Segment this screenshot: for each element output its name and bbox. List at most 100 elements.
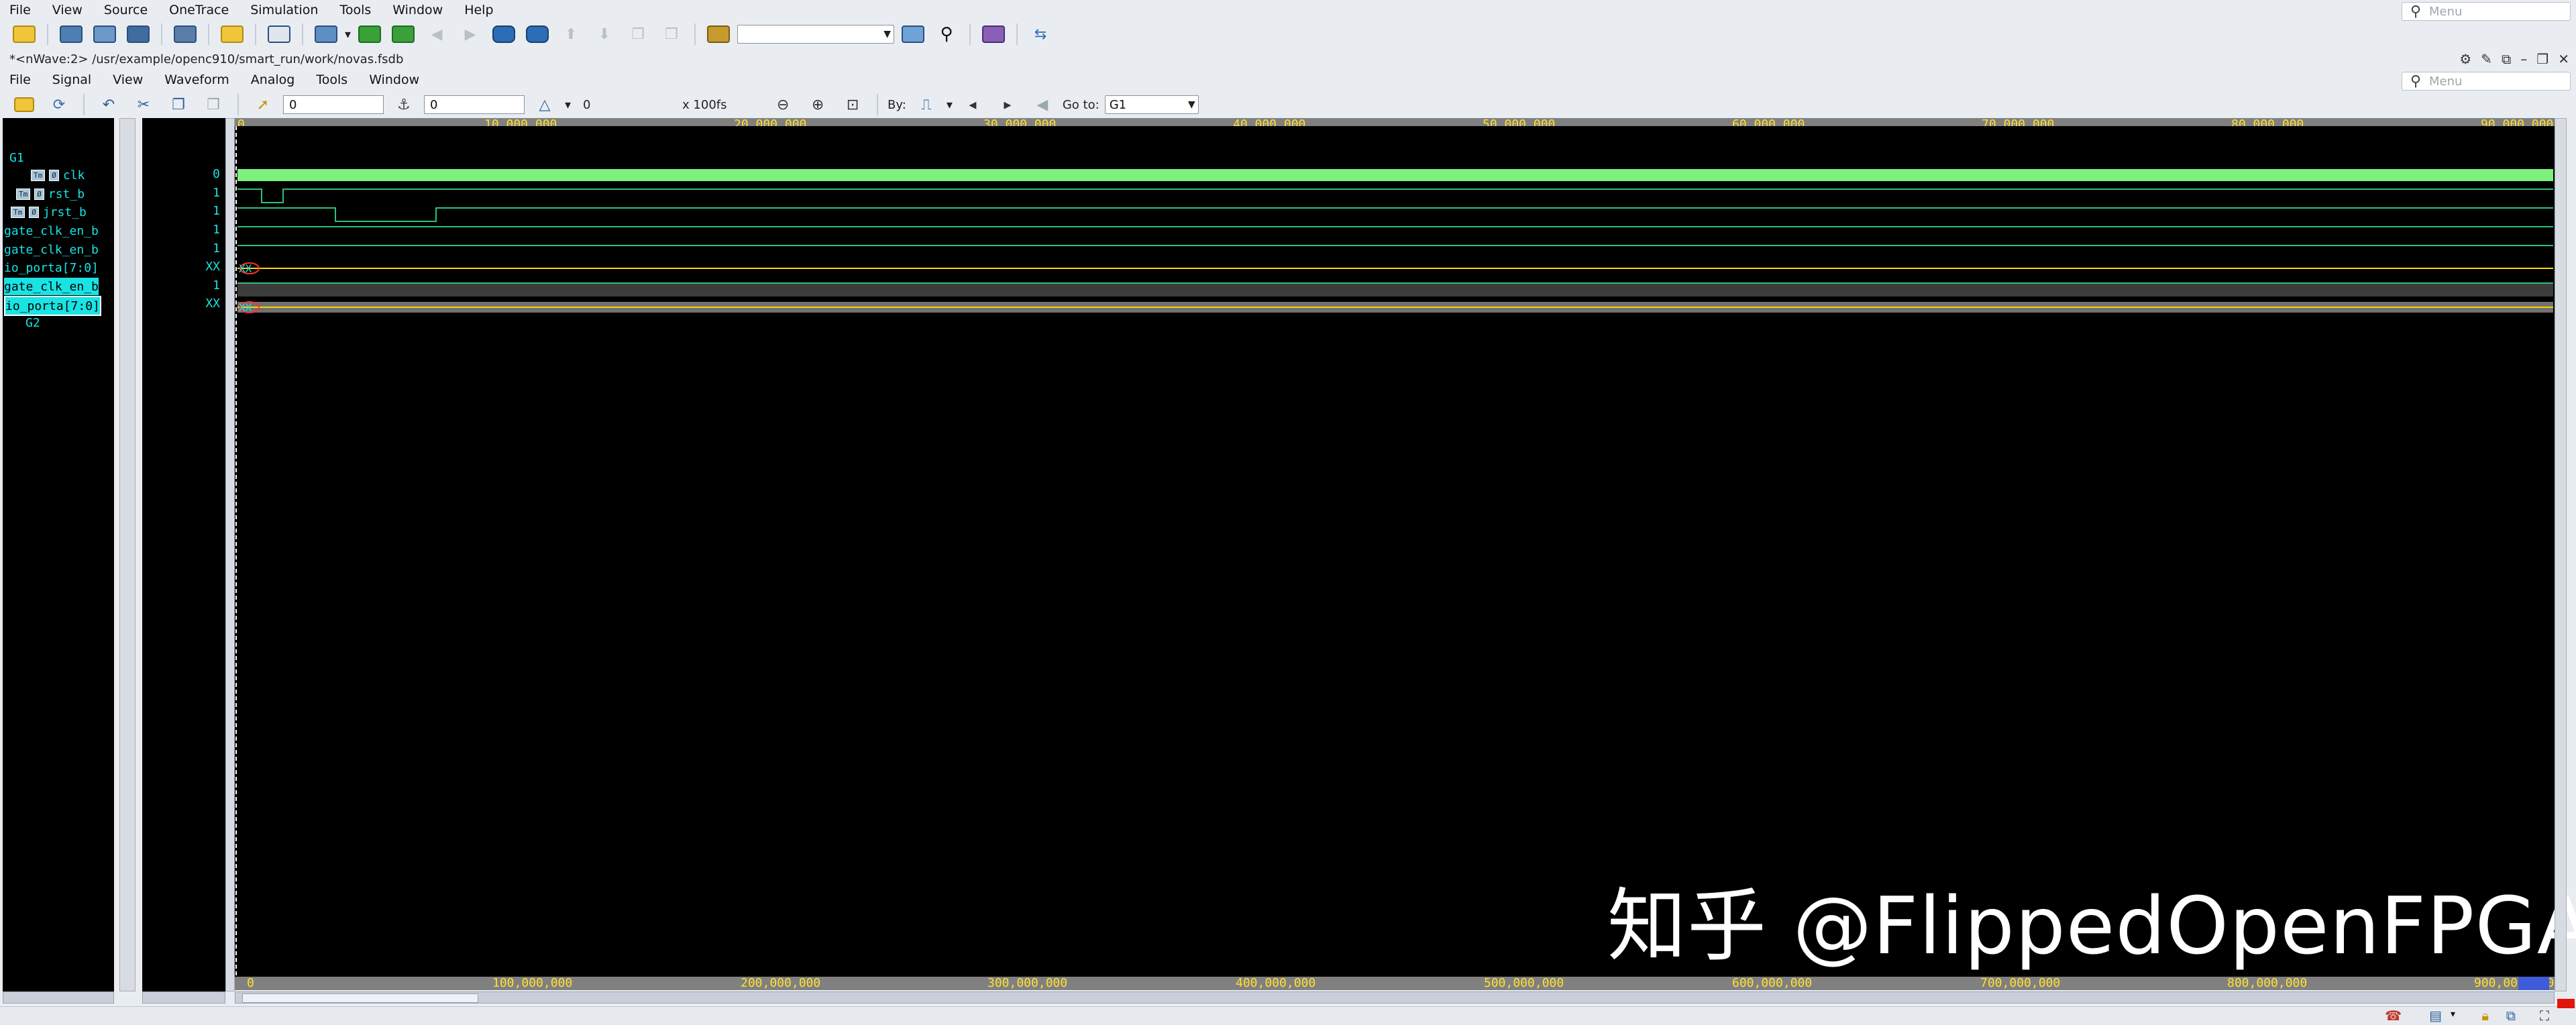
name-panel-scrollbar[interactable] <box>119 118 136 991</box>
name-panel-hscrollbar[interactable] <box>3 991 114 1004</box>
copy-icon[interactable]: ❐ <box>164 93 193 117</box>
forward-arrow-icon[interactable]: ▶ <box>455 22 485 46</box>
ruler-label: 600,000,000 <box>1732 976 1813 990</box>
signal-row[interactable]: gate_clk_en_b <box>4 241 99 258</box>
wave-menu-analog[interactable]: Analog <box>240 72 306 87</box>
value-panel-scrollbar[interactable] <box>225 118 235 991</box>
delta-icon[interactable]: △ <box>530 93 559 117</box>
chevron-down-icon[interactable]: ▾ <box>565 98 571 112</box>
signal-value: 1 <box>213 278 220 292</box>
wave-menu-tools[interactable]: Tools <box>305 72 358 87</box>
value-panel-hscrollbar[interactable] <box>142 991 225 1004</box>
network-icon[interactable]: ⧉ <box>2506 1008 2516 1024</box>
wave-menu-search-field[interactable]: ⚲ Menu <box>2402 72 2571 91</box>
trace-up-icon[interactable] <box>388 22 418 46</box>
next-edge-icon[interactable]: ▸ <box>993 93 1022 117</box>
reload-icon[interactable]: ⟳ <box>44 93 74 117</box>
menu-tools[interactable]: Tools <box>329 3 382 17</box>
waveform-canvas[interactable]: XX XX 知乎 @FlippedOpenFPGA <box>235 126 2576 978</box>
source-browser-icon[interactable] <box>90 22 119 46</box>
close-icon[interactable]: ✕ <box>2558 51 2569 67</box>
marker-icon[interactable]: ⚓ <box>389 93 419 117</box>
group-row[interactable]: G2 <box>25 314 40 331</box>
menu-window[interactable]: Window <box>382 3 453 17</box>
find-icon[interactable] <box>898 22 928 46</box>
fullscreen-icon[interactable]: ⛶ <box>2540 1008 2549 1024</box>
driver-d-icon[interactable] <box>489 22 519 46</box>
up-icon[interactable]: ⬆ <box>556 22 586 46</box>
cursor-time-field[interactable]: 0 <box>283 95 384 114</box>
chevron-down-icon[interactable]: ▾ <box>345 28 351 42</box>
signal-row-selected[interactable]: io_porta[7:0] <box>4 296 101 316</box>
prev-edge-icon[interactable]: ◂ <box>958 93 987 117</box>
overview-viewport[interactable] <box>2518 977 2549 990</box>
cursor-icon[interactable]: ➚ <box>248 93 278 117</box>
load-l-icon[interactable] <box>523 22 552 46</box>
new-waveform-icon[interactable] <box>170 22 200 46</box>
chevron-down-icon[interactable]: ▾ <box>2451 1009 2455 1020</box>
trace-driver-icon[interactable] <box>311 22 341 46</box>
restore-icon[interactable]: ❐ <box>2536 51 2548 67</box>
toolbar-separator <box>83 94 85 115</box>
wave-menu-view[interactable]: View <box>102 72 154 87</box>
search-back-icon[interactable]: ◀ <box>1028 93 1057 117</box>
scroll-thumb[interactable] <box>242 993 478 1003</box>
undock-icon[interactable]: ⧉ <box>2502 51 2511 67</box>
menu-simulation[interactable]: Simulation <box>239 3 329 17</box>
open-folder-icon[interactable] <box>9 22 39 46</box>
signal-row[interactable]: gate_clk_en_b <box>4 222 99 239</box>
menu-help[interactable]: Help <box>453 3 504 17</box>
menu-source[interactable]: Source <box>93 3 158 17</box>
open-file-icon[interactable] <box>217 22 247 46</box>
signal-row[interactable]: Tm Ø clk <box>31 166 85 184</box>
waveform-svg: XX XX <box>235 126 2553 978</box>
pin-icon[interactable]: ✎ <box>2481 51 2492 67</box>
wave-menu-window[interactable]: Window <box>358 72 430 87</box>
phone-icon[interactable]: ☎ <box>2385 1008 2402 1024</box>
chevron-down-icon[interactable]: ▾ <box>947 98 953 112</box>
back-arrow-icon[interactable]: ◀ <box>422 22 451 46</box>
minimize-icon[interactable]: – <box>2520 51 2527 67</box>
search-icon[interactable]: ⚲ <box>932 22 961 46</box>
menu-search-field[interactable]: ⚲ Menu <box>2402 2 2571 21</box>
scope-combo[interactable]: ▼ <box>737 25 895 44</box>
edit-icon[interactable] <box>264 22 294 46</box>
marker-time-field[interactable]: 0 <box>424 95 525 114</box>
wave-menubar: File Signal View Waveform Analog Tools W… <box>0 70 2576 91</box>
signal-row[interactable]: Tm Ø jrst_b <box>11 203 87 221</box>
waveform-hscrollbar[interactable] <box>235 991 2555 1004</box>
undo-icon[interactable]: ↶ <box>94 93 123 117</box>
open-folder-icon[interactable] <box>9 93 39 117</box>
hierarchy-icon[interactable] <box>56 22 86 46</box>
waveform-vscrollbar[interactable] <box>2555 118 2567 991</box>
edge-select-icon[interactable]: ⎍ <box>912 93 941 117</box>
paste-icon[interactable]: ❐ <box>657 22 686 46</box>
lock-icon[interactable]: 🔒︎ <box>2481 1008 2489 1024</box>
zoom-out-icon[interactable]: ⊖ <box>768 93 798 117</box>
cut-icon[interactable]: ✂ <box>129 93 158 117</box>
menu-view[interactable]: View <box>42 3 93 17</box>
bottom-overview-ruler[interactable]: 0 100,000,000 200,000,000 300,000,000 40… <box>235 976 2555 990</box>
signal-row[interactable]: io_porta[7:0] <box>4 259 99 276</box>
wave-menu-waveform[interactable]: Waveform <box>154 72 239 87</box>
copy-icon[interactable]: ❐ <box>623 22 653 46</box>
sync-icon[interactable]: ⇆ <box>1026 22 1055 46</box>
zoom-fit-icon[interactable]: ⊡ <box>838 93 867 117</box>
down-icon[interactable]: ⬇ <box>590 22 619 46</box>
wave-menu-signal[interactable]: Signal <box>42 72 102 87</box>
zoom-in-icon[interactable]: ⊕ <box>803 93 833 117</box>
menu-file[interactable]: File <box>0 3 42 17</box>
bookmark-icon[interactable] <box>704 22 733 46</box>
wave-menu-file[interactable]: File <box>0 72 42 87</box>
layout-icon[interactable]: ▤ <box>2429 1008 2442 1024</box>
gear-icon[interactable]: ⚙ <box>2459 51 2471 67</box>
schematic-icon[interactable] <box>123 22 153 46</box>
signal-row-selected[interactable]: gate_clk_en_b <box>4 278 99 295</box>
menu-onetrace[interactable]: OneTrace <box>158 3 239 17</box>
group-row[interactable]: G1 <box>9 149 24 166</box>
preferences-icon[interactable] <box>979 22 1008 46</box>
signal-row[interactable]: Tm Ø rst_b <box>16 185 85 203</box>
paste-icon[interactable]: ❐ <box>199 93 228 117</box>
trace-load-icon[interactable] <box>355 22 384 46</box>
goto-combo[interactable]: G1 ▼ <box>1104 95 1199 114</box>
